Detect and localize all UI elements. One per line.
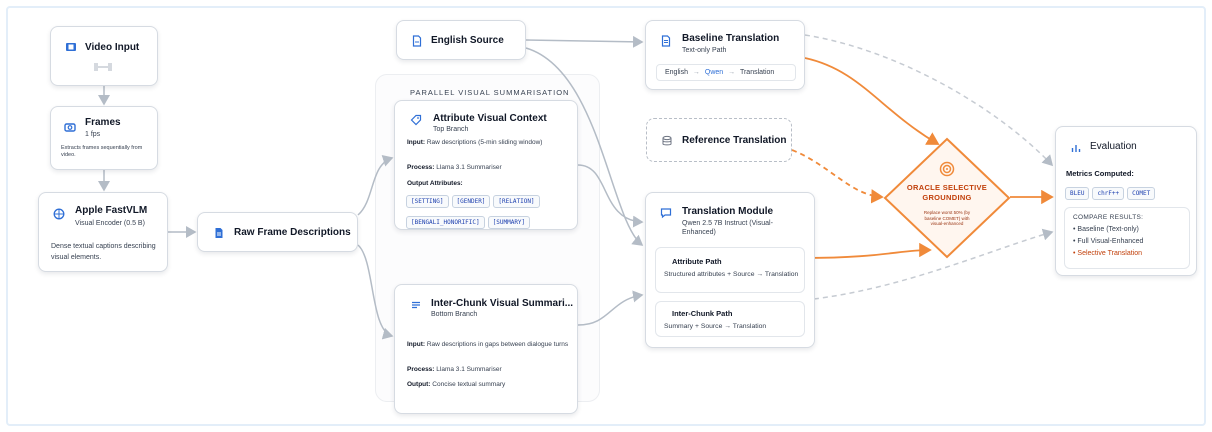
attribute-tag: [BENGALI_HONORIFIC]	[406, 216, 485, 229]
attribute-context-subtitle: Top Branch	[433, 126, 469, 133]
english-source-card: English Source	[396, 20, 526, 60]
file-icon	[412, 35, 422, 47]
translation-module-subtitle: Qwen 2.5 7B Instruct (Visual-Enhanced)	[682, 220, 773, 236]
attribute-path-box: Attribute Path Structured attributes + S…	[655, 247, 805, 293]
video-placeholder-icon	[94, 63, 112, 71]
baseline-subtitle: Text-only Path	[682, 47, 727, 54]
baseline-title: Baseline Translation	[682, 33, 780, 44]
result-full: • Full Visual-Enhanced	[1073, 238, 1144, 245]
metric-tag: BLEU	[1065, 187, 1090, 200]
reference-title: Reference Translation	[682, 135, 787, 146]
raw-descriptions-card: Raw Frame Descriptions	[197, 212, 358, 252]
attribute-tag: [GENDER]	[451, 195, 491, 208]
inter-chunk-card: Inter-Chunk Visual Summari... Bottom Bra…	[394, 284, 578, 414]
attribute-context-card: Attribute Visual Context Top Branch Inpu…	[394, 100, 578, 230]
fastvlm-desc: Dense textual captions describing visual…	[51, 243, 156, 261]
attribute-input: Input: Raw descriptions (5-min sliding w…	[407, 139, 543, 146]
flow-arrow: →	[692, 69, 700, 76]
globe-icon	[53, 208, 65, 220]
compare-results-box: COMPARE RESULTS: • Baseline (Text-only) …	[1064, 207, 1190, 269]
evaluation-card: Evaluation Metrics Computed: BLEU chrF++ C…	[1055, 126, 1197, 276]
attribute-tag: [SETTING]	[406, 195, 449, 208]
attribute-path-desc: Structured attributes + Source → Transla…	[664, 271, 799, 278]
inter-chunk-process: Process: Llama 3.1 Summariser	[407, 366, 502, 373]
flow-arrow: →	[728, 69, 736, 76]
target-icon	[939, 161, 955, 177]
inter-chunk-output: Output: Concise textual summary	[407, 381, 506, 388]
document-icon	[661, 35, 671, 47]
metrics-label: Metrics Computed:	[1066, 169, 1134, 178]
result-baseline: • Baseline (Text-only)	[1073, 226, 1139, 233]
attribute-tag: [RELATION]	[493, 195, 540, 208]
inter-chunk-title: Inter-Chunk Visual Summari...	[431, 298, 574, 309]
chat-icon	[660, 208, 672, 219]
inter-chunk-input: Input: Raw descriptions in gaps between …	[407, 341, 569, 348]
attribute-process: Process: Llama 3.1 Summariser	[407, 164, 502, 171]
database-icon	[662, 135, 672, 146]
baseline-card: Baseline Translation Text-only Path Engl…	[645, 20, 805, 90]
english-source-title: English Source	[431, 35, 504, 46]
lines-icon	[412, 301, 420, 309]
fastvlm-title: Apple FastVLM	[75, 205, 148, 216]
flow-english: English	[665, 69, 688, 76]
translation-module-card: Translation Module Qwen 2.5 7B Instruct …	[645, 192, 815, 348]
frames-card: Frames 1 fps Extracts frames sequentiall…	[50, 106, 158, 170]
attribute-tag: [SUMMARY]	[487, 216, 531, 229]
bar-chart-icon	[1071, 145, 1081, 152]
frames-desc: Extracts frames sequentially from video.	[61, 145, 143, 158]
frames-title: Frames	[85, 117, 121, 128]
oracle-note: Replace worst 50% (by baseline COMET) wi…	[923, 210, 971, 226]
reference-card: Reference Translation	[646, 118, 792, 162]
camera-icon	[64, 123, 76, 132]
translation-module-title: Translation Module	[682, 206, 774, 217]
compare-label: COMPARE RESULTS:	[1073, 214, 1144, 221]
flow-translation: Translation	[739, 69, 775, 76]
attribute-tags: [SETTING] [GENDER] [RELATION] [BENGALI_HONO…	[406, 190, 574, 232]
film-icon	[66, 43, 76, 51]
fastvlm-card: Apple FastVLM Visual Encoder (0.5 B) Den…	[38, 192, 168, 272]
oracle-title-line2: GROUNDING	[922, 193, 972, 202]
inter-chunk-path-box: Inter-Chunk Path Summary + Source → Tran…	[655, 301, 805, 337]
metric-tag: COMET	[1127, 187, 1156, 200]
metric-tag: chrF++	[1092, 187, 1125, 200]
baseline-flow: English → Qwen → Translation	[656, 64, 796, 81]
tag-icon	[410, 114, 422, 126]
inter-chunk-path-title: Inter-Chunk Path	[672, 309, 733, 318]
raw-descriptions-title: Raw Frame Descriptions	[234, 227, 351, 238]
video-input-card: Video Input	[50, 26, 158, 86]
oracle-title-line1: ORACLE SELECTIVE	[906, 183, 988, 192]
inter-chunk-path-desc: Summary + Source → Translation	[664, 323, 767, 330]
inter-chunk-subtitle: Bottom Branch	[431, 311, 478, 318]
parallel-group-label: PARALLEL VISUAL SUMMARISATION	[410, 88, 570, 97]
evaluation-title: Evaluation	[1090, 141, 1137, 152]
attribute-output-label: Output Attributes:	[407, 180, 463, 187]
result-selective: • Selective Translation	[1073, 250, 1142, 257]
video-input-title: Video Input	[85, 42, 140, 53]
attribute-context-title: Attribute Visual Context	[433, 113, 547, 124]
oracle-diamond: ORACLE SELECTIVE GROUNDING Replace worst…	[883, 137, 1011, 259]
flow-qwen: Qwen	[704, 69, 724, 76]
metrics-tags: BLEU chrF++ COMET	[1065, 182, 1195, 203]
canvas-frame	[6, 6, 1206, 426]
attribute-path-title: Attribute Path	[672, 257, 722, 266]
document-icon	[215, 228, 223, 238]
frames-rate: 1 fps	[85, 131, 101, 138]
fastvlm-subtitle: Visual Encoder (0.5 B)	[75, 220, 145, 227]
